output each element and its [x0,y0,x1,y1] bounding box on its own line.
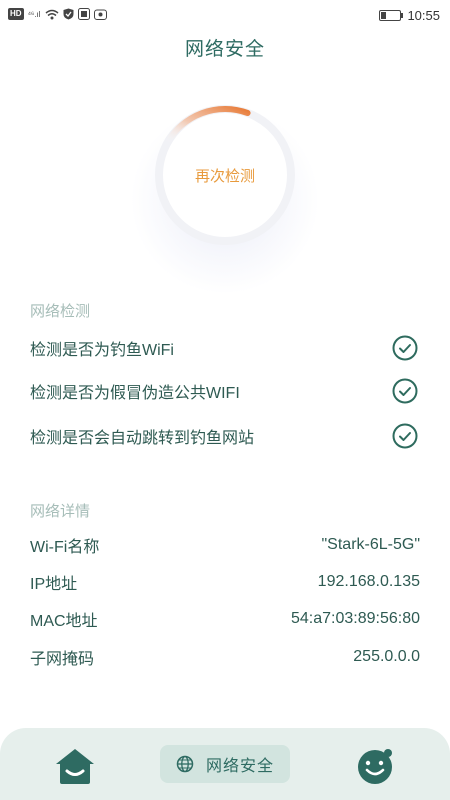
cellular-signal-icon: ⁴⁶.ıl [27,9,41,19]
wifi-icon [45,9,58,19]
detail-row-wifi-name: Wi-Fi名称 "Stark-6L-5G" [30,532,420,558]
bottom-nav: 网络安全 [0,728,450,800]
nav-tab-label: 网络安全 [205,758,274,775]
detection-item-label: 检测是否为假冒伪造公共WIFI [30,385,240,402]
detail-value: 54:a7:03:89:56:80 [290,610,420,627]
check-circle-icon [392,335,418,361]
check-circle-icon [392,378,418,404]
detection-item-phishing-redirect: 检测是否会自动跳转到钓鱼网站 [30,421,418,451]
detail-row-ip-address: IP地址 192.168.0.135 [30,569,420,595]
app-notification-icon [93,9,107,20]
detail-label: Wi-Fi名称 [30,539,100,556]
detail-value: 255.0.0.0 [353,648,420,665]
scan-ring[interactable]: 再次检测 [130,105,320,295]
status-time: 10:55 [407,8,440,23]
home-icon[interactable] [54,746,96,786]
detail-row-mac-address: MAC地址 54:a7:03:89:56:80 [30,606,420,632]
shield-icon [63,8,74,20]
rescan-button[interactable]: 再次检测 [180,145,270,205]
detection-item-fake-public-wifi: 检测是否为假冒伪造公共WIFI [30,376,418,406]
nav-tab-network-security[interactable]: 网络安全 [160,745,290,783]
check-circle-icon [392,423,418,449]
globe-icon [176,755,194,773]
detail-label: IP地址 [30,576,78,593]
detail-value: "Stark-6L-5G" [321,536,421,553]
status-right: 10:55 [379,8,440,23]
detail-label: MAC地址 [30,613,98,630]
smiley-face-icon[interactable] [355,746,395,786]
detection-item-phishing-wifi: 检测是否为钓鱼WiFi [30,333,418,363]
detail-value: 192.168.0.135 [317,573,420,590]
details-section-title: 网络详情 [30,503,91,520]
notification-icon [77,8,90,20]
detail-row-subnet-mask: 子网掩码 255.0.0.0 [30,644,420,670]
detection-item-label: 检测是否为钓鱼WiFi [30,342,174,359]
page-title: 网络安全 [184,39,265,60]
battery-icon [379,10,404,21]
detection-section-title: 网络检测 [30,303,91,320]
detection-item-label: 检测是否会自动跳转到钓鱼网站 [30,430,255,447]
hd-badge: HD [8,8,24,20]
status-bar: HD ⁴⁶.ıl 10:55 [0,0,450,30]
status-left: HD ⁴⁶.ıl [8,8,107,20]
detail-label: 子网掩码 [30,651,95,668]
